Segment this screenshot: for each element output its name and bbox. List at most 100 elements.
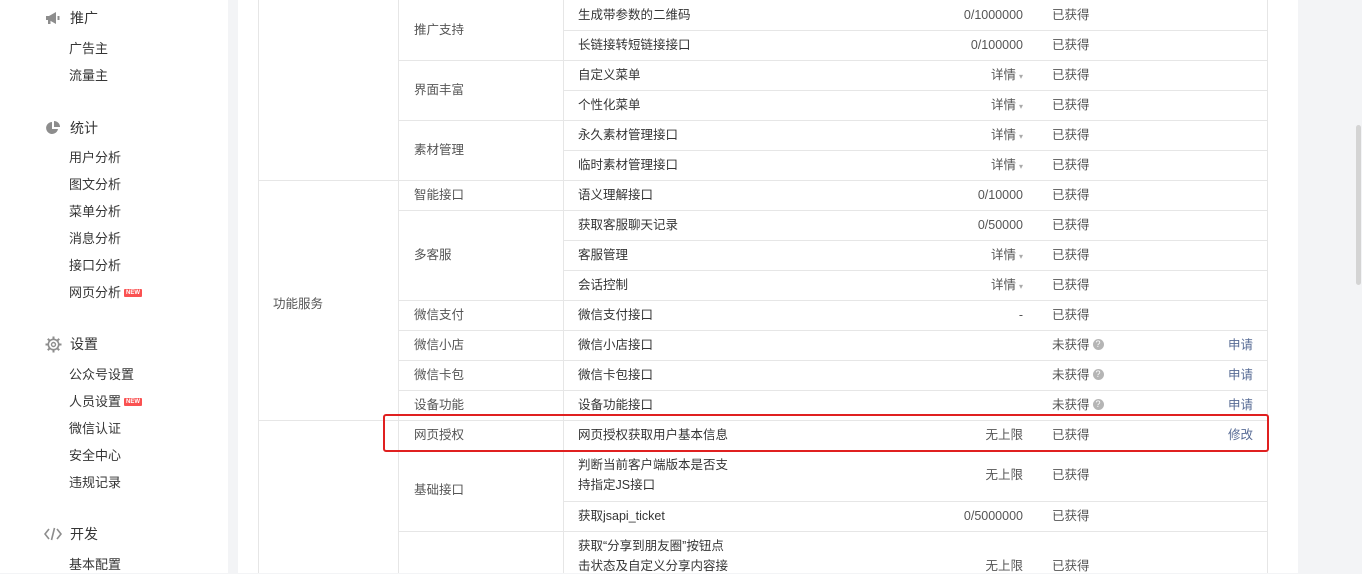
api-name: 永久素材管理接口 bbox=[578, 128, 679, 142]
category-label: 微信小店 bbox=[414, 338, 465, 352]
table-rule bbox=[398, 330, 1268, 331]
details-label: 详情 bbox=[990, 278, 1016, 292]
table-rule bbox=[563, 240, 1268, 241]
sidebar-item-label: 网页分析 bbox=[69, 285, 122, 300]
sidebar-item-web-analysis[interactable]: 网页分析 NEW bbox=[69, 284, 143, 302]
sidebar-item-traffic-owner[interactable]: 流量主 bbox=[69, 67, 108, 85]
apply-link[interactable]: 申请 bbox=[1228, 338, 1253, 353]
table-rule bbox=[398, 210, 1268, 211]
caret-down-icon: ▾ bbox=[1018, 162, 1023, 171]
sidebar-section-development: 开发 bbox=[44, 524, 98, 544]
table-rule bbox=[563, 150, 1268, 151]
details-dropdown[interactable]: 详情 ▾ bbox=[991, 248, 1023, 264]
api-status: 已获得 bbox=[1052, 218, 1090, 232]
details-dropdown[interactable]: 详情 ▾ bbox=[991, 128, 1023, 144]
category-label: 微信支付 bbox=[414, 308, 465, 322]
sidebar-item-basic-config[interactable]: 基本配置 bbox=[69, 556, 121, 574]
category-label: 基础接口 bbox=[414, 483, 465, 497]
api-status: 已获得 bbox=[1052, 38, 1090, 52]
api-name-line: 击状态及自定义分享内容接 bbox=[578, 559, 729, 573]
code-icon bbox=[44, 525, 62, 543]
api-quota: 0/5000000 bbox=[963, 509, 1023, 523]
table-divider bbox=[563, 0, 564, 573]
table-rule bbox=[398, 450, 1268, 451]
status-text: 未获得 bbox=[1052, 398, 1090, 412]
group-label-function-services: 功能服务 bbox=[273, 297, 324, 311]
api-status: 已获得 bbox=[1052, 98, 1090, 112]
sidebar-item-article-analysis[interactable]: 图文分析 bbox=[69, 176, 121, 194]
sidebar-item-account-settings[interactable]: 公众号设置 bbox=[69, 366, 134, 384]
details-label: 详情 bbox=[990, 158, 1016, 172]
help-icon[interactable]: ? bbox=[1092, 399, 1104, 411]
section-title: 开发 bbox=[70, 526, 98, 542]
sidebar-item-advertiser[interactable]: 广告主 bbox=[69, 40, 108, 58]
category-label: 素材管理 bbox=[414, 143, 465, 157]
sidebar-item-security-center[interactable]: 安全中心 bbox=[69, 447, 121, 465]
status-text: 未获得 bbox=[1052, 368, 1090, 382]
api-quota: 无上限 bbox=[985, 468, 1023, 482]
section-title: 统计 bbox=[70, 120, 98, 136]
api-name: 获取客服聊天记录 bbox=[578, 218, 679, 232]
caret-down-icon: ▾ bbox=[1018, 102, 1023, 111]
api-status: 未获得? bbox=[1052, 398, 1104, 413]
sidebar-item-wechat-verification[interactable]: 微信认证 bbox=[69, 420, 121, 438]
help-icon[interactable]: ? bbox=[1092, 339, 1104, 351]
table-divider bbox=[398, 0, 399, 573]
api-name: 微信卡包接口 bbox=[578, 368, 654, 382]
table-rule bbox=[398, 390, 1268, 391]
table-rule bbox=[398, 120, 1268, 121]
details-dropdown[interactable]: 详情 ▾ bbox=[991, 158, 1023, 174]
api-name: 微信小店接口 bbox=[578, 338, 654, 352]
table-rule bbox=[398, 360, 1268, 361]
sidebar-item-menu-analysis[interactable]: 菜单分析 bbox=[69, 203, 121, 221]
modify-link[interactable]: 修改 bbox=[1228, 428, 1253, 443]
caret-down-icon: ▾ bbox=[1018, 282, 1023, 291]
megaphone-icon bbox=[44, 9, 62, 27]
details-label: 详情 bbox=[990, 128, 1016, 142]
caret-down-icon: ▾ bbox=[1018, 132, 1023, 141]
category-label: 推广支持 bbox=[414, 23, 465, 37]
sidebar-item-staff-settings[interactable]: 人员设置 NEW bbox=[69, 393, 143, 411]
sidebar-section-statistics: 统计 bbox=[44, 118, 98, 138]
apply-link[interactable]: 申请 bbox=[1228, 398, 1253, 413]
details-dropdown[interactable]: 详情 ▾ bbox=[991, 68, 1023, 84]
sidebar-item-violation-records[interactable]: 违规记录 bbox=[69, 474, 121, 492]
api-name: 获取jsapi_ticket bbox=[578, 509, 665, 523]
details-dropdown[interactable]: 详情 ▾ bbox=[991, 98, 1023, 114]
table-rule bbox=[563, 270, 1268, 271]
api-status: 已获得 bbox=[1052, 68, 1090, 82]
api-status: 已获得 bbox=[1052, 158, 1090, 172]
api-status: 未获得? bbox=[1052, 368, 1104, 383]
help-icon[interactable]: ? bbox=[1092, 369, 1104, 381]
details-label: 详情 bbox=[990, 248, 1016, 262]
api-name: 客服管理 bbox=[578, 248, 629, 262]
api-quota: 0/50000 bbox=[977, 218, 1023, 232]
details-dropdown[interactable]: 详情 ▾ bbox=[991, 278, 1023, 294]
sidebar-section-promotion: 推广 bbox=[44, 8, 98, 28]
apply-link[interactable]: 申请 bbox=[1228, 368, 1253, 383]
sidebar-item-user-analysis[interactable]: 用户分析 bbox=[69, 149, 121, 167]
api-status: 已获得 bbox=[1052, 248, 1090, 262]
api-name: 自定义菜单 bbox=[578, 68, 641, 82]
details-label: 详情 bbox=[990, 68, 1016, 82]
table-border bbox=[1267, 0, 1268, 573]
api-status: 已获得 bbox=[1052, 428, 1090, 442]
scrollbar-thumb[interactable] bbox=[1356, 125, 1361, 285]
caret-down-icon: ▾ bbox=[1018, 252, 1023, 261]
status-text: 未获得 bbox=[1052, 338, 1090, 352]
api-status: 已获得 bbox=[1052, 308, 1090, 322]
sidebar-section-settings: 设置 bbox=[44, 334, 98, 354]
caret-down-icon: ▾ bbox=[1018, 72, 1023, 81]
sidebar-item-message-analysis[interactable]: 消息分析 bbox=[69, 230, 121, 248]
section-title: 推广 bbox=[70, 10, 98, 26]
sidebar-item-api-analysis[interactable]: 接口分析 bbox=[69, 257, 121, 275]
api-status: 已获得 bbox=[1052, 278, 1090, 292]
api-name: 临时素材管理接口 bbox=[578, 158, 679, 172]
api-quota: - bbox=[1018, 308, 1023, 322]
api-quota: 0/10000 bbox=[977, 188, 1023, 202]
table-rule bbox=[398, 300, 1268, 301]
new-badge: NEW bbox=[124, 288, 143, 297]
api-status: 未获得? bbox=[1052, 338, 1104, 353]
category-label: 网页授权 bbox=[414, 428, 465, 442]
new-badge: NEW bbox=[124, 397, 143, 406]
